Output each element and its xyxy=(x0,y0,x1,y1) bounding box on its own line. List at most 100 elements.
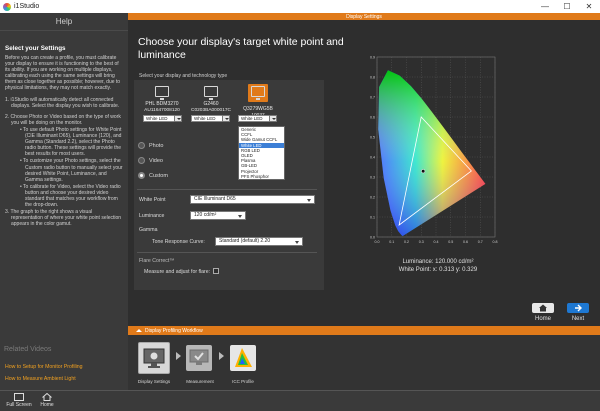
workflow-label-icc-profile: ICC Profile xyxy=(232,379,254,384)
window-title: i1Studio xyxy=(14,3,40,10)
chevron-up-icon[interactable] xyxy=(136,329,142,332)
next-nav-button[interactable] xyxy=(567,303,589,313)
tech-dropdown-list: Generic CCFL Wide Gamut CCFL White LED R… xyxy=(238,126,285,181)
arrow-right-icon xyxy=(575,304,582,312)
luminance-value: 120 cd/m² xyxy=(194,212,217,218)
y-tick-label: 0.7 xyxy=(370,95,375,99)
radio-photo-label: Photo xyxy=(149,142,164,149)
divider xyxy=(137,252,317,253)
related-videos-title: Related Videos xyxy=(4,346,52,353)
workflow-step-display-settings[interactable] xyxy=(138,342,170,374)
tech-option-wide-gamut-ccfl[interactable]: Wide Gamut CCFL xyxy=(239,137,284,142)
trc-select[interactable]: Standard (default) 2.20 xyxy=(215,237,303,246)
help-section-title: Select your Settings xyxy=(5,45,66,52)
monitor-icon xyxy=(251,86,265,100)
home-icon xyxy=(42,393,52,401)
x-tick-label: 0.4 xyxy=(434,240,439,244)
tech-select-phl[interactable]: White LED xyxy=(143,115,177,122)
help-step-2-bullet-1: • To use default Photo settings for Whit… xyxy=(20,126,122,158)
help-panel: Help Select your Settings Before you can… xyxy=(0,13,128,390)
home-nav-label: Home xyxy=(534,316,551,322)
select-display-label: Select your display and technology type xyxy=(139,73,228,79)
related-link-monitor-profiling[interactable]: How to Setup for Monitor Profiling xyxy=(5,364,83,370)
display-option-g2460[interactable]: G2460 C0203BA000017C xyxy=(186,86,236,113)
help-title: Help xyxy=(0,13,128,31)
y-tick-label: 0.0 xyxy=(370,235,375,239)
y-tick-label: 0.4 xyxy=(370,155,375,159)
help-intro: Before you can create a profile, you mus… xyxy=(5,55,121,92)
bottom-home-label: Home xyxy=(40,402,54,408)
workflow-title: Display Profiling Workflow xyxy=(145,327,203,334)
fullscreen-label: Full Screen xyxy=(6,402,32,408)
help-step-2-bullet-2: • To customize your Photo settings, sele… xyxy=(20,158,123,183)
chevron-down-icon xyxy=(307,198,311,202)
white-point-label: White Point xyxy=(139,197,166,203)
monitor-icon xyxy=(155,86,169,100)
radio-button[interactable] xyxy=(138,157,145,164)
workflow-step-icc-profile[interactable] xyxy=(230,345,256,371)
bottom-home-button[interactable]: Home xyxy=(34,393,60,408)
x-tick-label: 0.7 xyxy=(478,240,483,244)
workflow-label-display-settings: Display Settings xyxy=(137,379,171,384)
minimize-button[interactable]: — xyxy=(534,0,556,13)
luminance-label: Luminance xyxy=(139,213,165,219)
white-point-select[interactable]: CIE Illuminant D65 xyxy=(190,195,315,204)
display-serial: C0203BA000017C xyxy=(190,108,231,113)
luminance-select[interactable]: 120 cd/m² xyxy=(190,211,246,220)
y-tick-label: 0.6 xyxy=(370,115,375,119)
trc-label: Tone Response Curve: xyxy=(152,239,205,245)
workflow-label-measurement: Measurement xyxy=(186,379,214,384)
workflow-step-measurement[interactable] xyxy=(186,345,212,371)
window-controls: — ☐ ✕ xyxy=(534,0,600,13)
flare-checkbox[interactable] xyxy=(213,268,219,274)
display-serial: AU11647008120 xyxy=(144,108,180,113)
white-point-dot xyxy=(421,169,426,174)
icc-profile-icon xyxy=(235,348,252,367)
radio-button[interactable] xyxy=(138,172,145,179)
chevron-down-icon[interactable] xyxy=(174,115,182,122)
fullscreen-button[interactable]: Full Screen xyxy=(6,393,32,408)
flare-correct-title: Flare Correct™ xyxy=(139,258,175,264)
gamma-label: Gamma xyxy=(139,227,158,233)
home-icon xyxy=(539,304,547,312)
x-tick-label: 0.1 xyxy=(389,240,394,244)
y-tick-label: 0.5 xyxy=(370,135,375,139)
flare-measure-label: Measure and adjust for flare: xyxy=(144,269,211,275)
tech-select-q3279[interactable]: White LED xyxy=(238,115,272,122)
display-name: PHL BDM3270 xyxy=(145,101,179,107)
display-name: G2460 xyxy=(203,101,219,107)
chart-readout: Luminance: 120.000 cd/m² White Point: x:… xyxy=(358,258,518,274)
radio-custom[interactable]: Custom xyxy=(138,172,168,179)
display-option-q3279[interactable]: Q3279WG5B 10037 xyxy=(233,84,283,118)
display-option-phl[interactable]: PHL BDM3270 AU11647008120 xyxy=(137,86,187,113)
workflow-strip: Display Profiling Workflow xyxy=(128,326,600,335)
arrow-right-icon xyxy=(176,352,181,360)
y-tick-label: 0.9 xyxy=(370,55,375,59)
home-nav-button[interactable] xyxy=(532,303,554,313)
x-tick-label: 0.6 xyxy=(463,240,468,244)
maximize-button[interactable]: ☐ xyxy=(556,0,578,13)
radio-video[interactable]: Video xyxy=(138,157,163,164)
radio-button[interactable] xyxy=(138,142,145,149)
display-settings-strip: Display Settings xyxy=(128,13,600,20)
chevron-down-icon[interactable] xyxy=(222,115,230,122)
app-logo-icon xyxy=(3,2,11,11)
chevron-down-icon xyxy=(295,240,299,244)
help-body: Before you can create a profile, you mus… xyxy=(5,55,123,227)
related-link-ambient-light[interactable]: How to Measure Ambient Light xyxy=(5,376,76,382)
spectral-locus-shade xyxy=(378,70,486,236)
divider xyxy=(137,189,317,190)
display-name: Q3279WG5B xyxy=(243,106,273,112)
radio-photo[interactable]: Photo xyxy=(138,142,163,149)
display-settings-icon xyxy=(143,348,165,368)
chevron-down-icon[interactable] xyxy=(269,115,277,122)
tech-option-pfs-phosphor[interactable]: PFS Phosphor xyxy=(239,174,284,179)
next-nav-label: Next xyxy=(571,316,585,322)
title-bar: i1Studio — ☐ ✕ xyxy=(0,0,600,13)
tech-select-g2460[interactable]: White LED xyxy=(191,115,225,122)
luminance-readout: Luminance: 120.000 cd/m² xyxy=(402,259,474,265)
cie-chromaticity-chart: 0.0 0.1 0.2 0.3 0.4 0.5 0.6 0.7 0.8 0.0 0.1 0.2 0.3… xyxy=(370,55,498,244)
close-button[interactable]: ✕ xyxy=(578,0,600,13)
y-tick-label: 0.1 xyxy=(370,215,375,219)
help-step-3: 3. The graph to the right shows a visual… xyxy=(5,209,122,228)
